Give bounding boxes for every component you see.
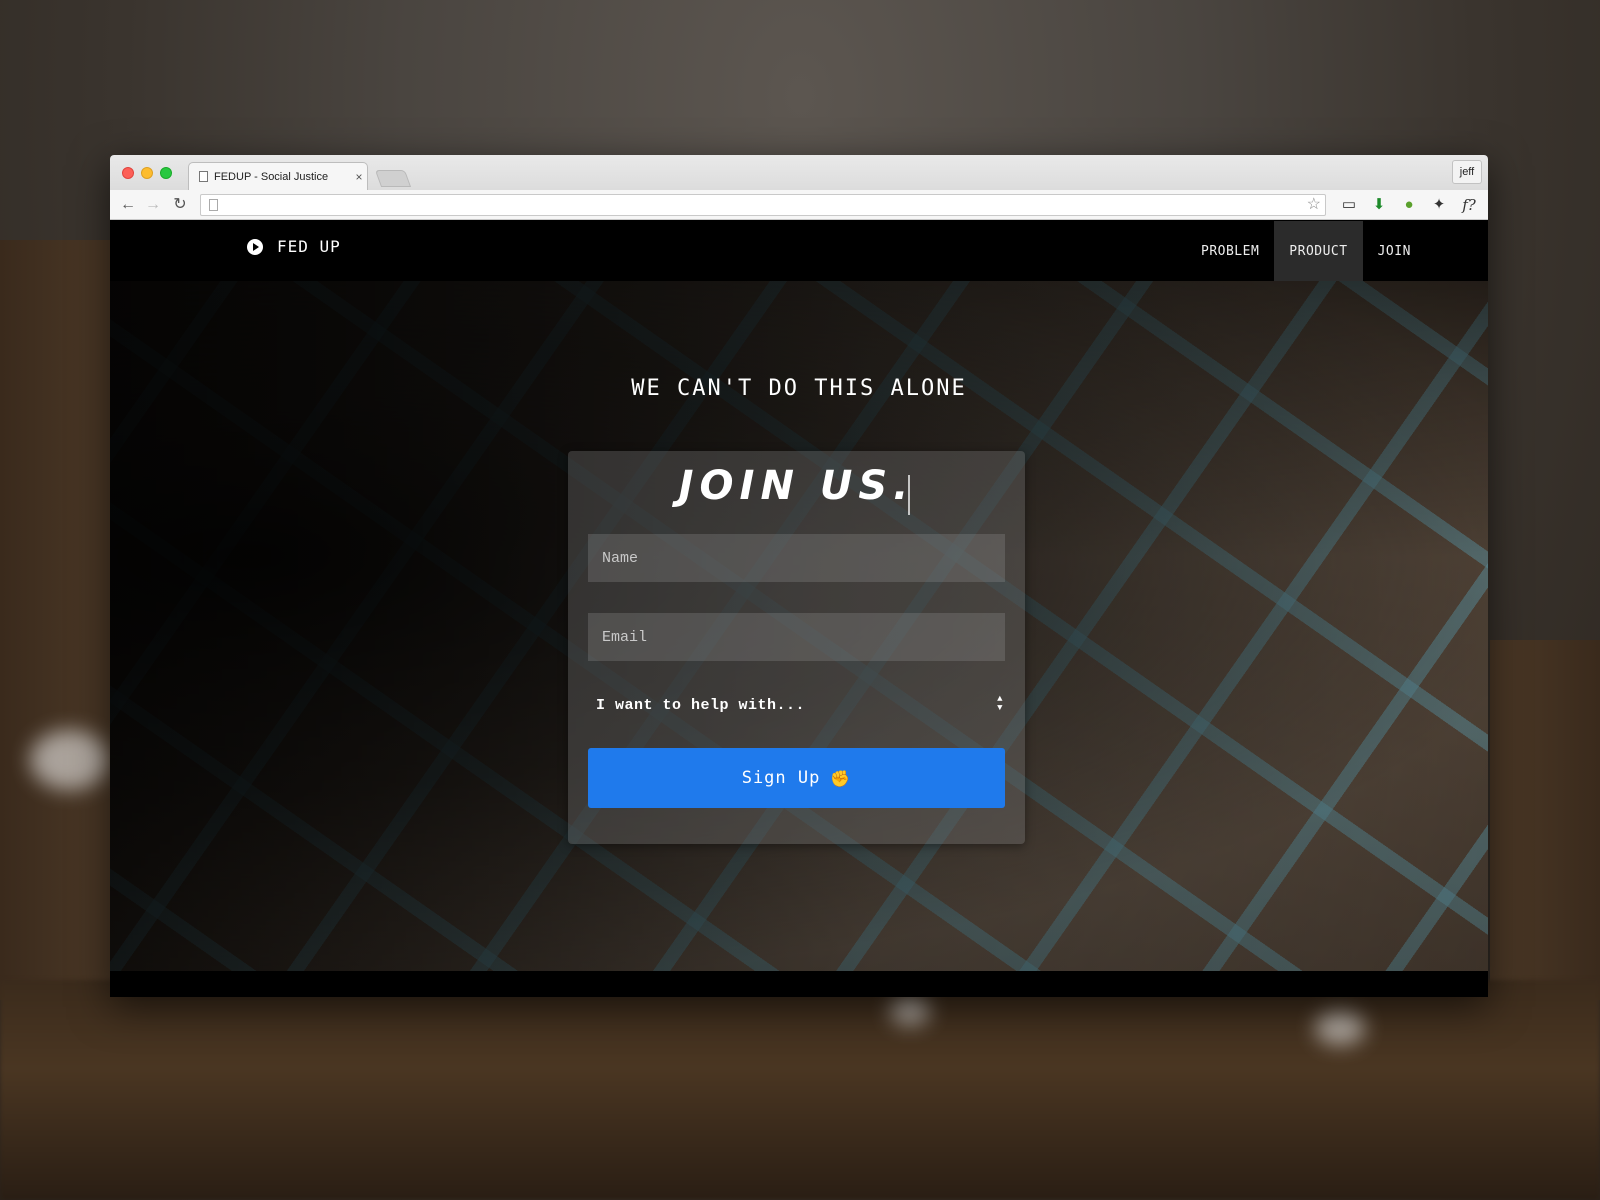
play-circle-icon [247, 238, 263, 255]
nav-link-join[interactable]: JOIN [1363, 221, 1426, 281]
site-navbar: FED UP PROBLEM PRODUCT JOIN [110, 221, 1488, 281]
browser-tab[interactable]: FEDUP - Social Justice × [188, 162, 368, 190]
window-maximize-button[interactable] [160, 167, 172, 179]
bird-icon[interactable]: ✦ [1428, 195, 1450, 215]
nav-link-product[interactable]: PRODUCT [1274, 221, 1363, 281]
forward-arrow-icon[interactable]: → [143, 195, 163, 215]
reload-icon[interactable]: ↻ [170, 195, 190, 215]
browser-titlebar: FEDUP - Social Justice × jeff [110, 155, 1488, 190]
nav-link-problem[interactable]: PROBLEM [1186, 221, 1274, 281]
download-icon[interactable]: ⬇ [1368, 195, 1390, 215]
font-icon[interactable]: f? [1458, 195, 1480, 215]
text-cursor [908, 475, 910, 515]
cast-icon[interactable]: ▭ [1338, 195, 1360, 215]
hero-headline: WE CAN'T DO THIS ALONE [631, 376, 967, 401]
page-bottom-strip [110, 971, 1488, 997]
backdrop-light [30, 730, 110, 790]
brand-name: FED UP [277, 237, 341, 256]
backdrop-shelf-left [0, 240, 110, 1000]
bookmark-star-icon[interactable]: ☆ [1307, 195, 1321, 215]
raised-fist-icon: ✊ [830, 768, 852, 788]
window-minimize-button[interactable] [141, 167, 153, 179]
select-arrows-icon: ▲ ▼ [997, 694, 1003, 713]
new-tab-button[interactable] [374, 170, 412, 187]
signup-title: JOIN US. [678, 463, 915, 509]
window-close-button[interactable] [122, 167, 134, 179]
backdrop-light [890, 995, 930, 1025]
back-arrow-icon[interactable]: ← [118, 195, 138, 215]
browser-window: FEDUP - Social Justice × jeff ← → ↻ ☆ ▭ … [110, 155, 1488, 997]
help-select[interactable]: I want to help with... ▲ ▼ [588, 687, 1005, 723]
profile-button[interactable]: jeff [1452, 160, 1482, 184]
signup-card: JOIN US. I want to help with... ▲▼ Sign … [568, 451, 1025, 844]
tab-close-icon[interactable]: × [351, 170, 367, 184]
nav-links: PROBLEM PRODUCT JOIN [1186, 221, 1426, 281]
brand-link[interactable]: FED UP [247, 237, 341, 256]
page-viewport: FED UP PROBLEM PRODUCT JOIN WE CAN'T DO … [110, 221, 1488, 997]
backdrop-shelf-right [1490, 640, 1600, 1000]
tab-title: FEDUP - Social Justice [214, 170, 329, 183]
address-bar[interactable]: ☆ [200, 194, 1326, 216]
evernote-icon[interactable]: ● [1398, 195, 1420, 215]
browser-toolbar: ← → ↻ ☆ ▭ ⬇ ● ✦ f? ✎ ◉ ☰ [110, 190, 1488, 220]
help-select-value: I want to help with... [596, 696, 806, 714]
email-input[interactable] [588, 613, 1005, 661]
page-icon [199, 171, 208, 182]
sign-up-label: Sign Up [741, 768, 821, 788]
name-input[interactable] [588, 534, 1005, 582]
page-icon [209, 199, 218, 211]
sign-up-button[interactable]: Sign Up ✊ [588, 748, 1005, 808]
backdrop-light [1315, 1010, 1365, 1045]
backdrop-shelves [0, 980, 1600, 1200]
